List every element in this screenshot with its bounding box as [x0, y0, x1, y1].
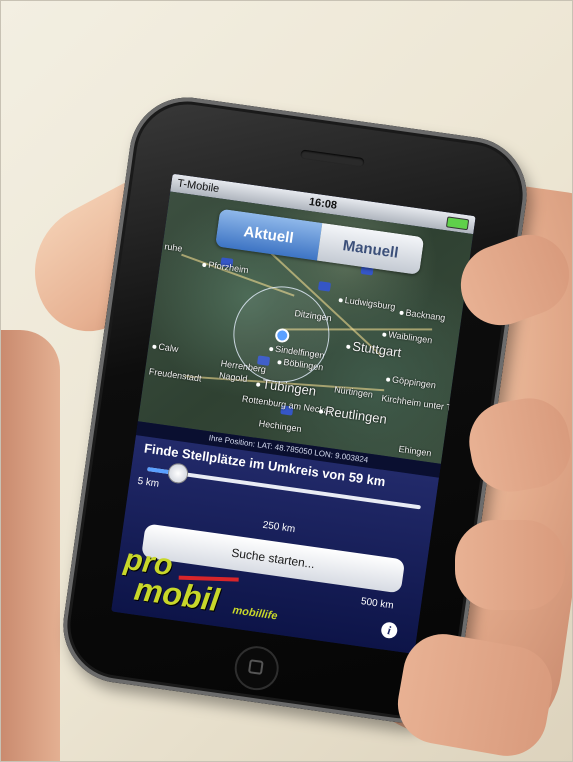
earpiece-speaker: [300, 149, 365, 168]
map-label-hechingen: Hechingen: [258, 418, 303, 435]
home-square-icon: [247, 659, 264, 675]
map-label-goeppingen: Göppingen: [385, 373, 437, 390]
tab-manuell[interactable]: Manuell: [317, 222, 425, 275]
radius-slider-thumb[interactable]: [166, 462, 190, 485]
map-view[interactable]: ruhe Pforzheim Ludwigsburg Backnang Ditz…: [137, 191, 474, 464]
slider-mid-label: 250 km: [261, 519, 296, 536]
phone-body: T-Mobile 16:08 ruhe Pforzheim Ludwigsbur…: [55, 90, 535, 730]
phone-screen: T-Mobile 16:08 ruhe Pforzheim Ludwigsbur…: [111, 173, 476, 654]
highway-shield-icon: [317, 281, 332, 292]
map-label-freudenstadt: Freudenstadt: [148, 366, 203, 384]
map-label-reutlingen: Reutlingen: [318, 402, 388, 427]
map-label-calw: Calw: [152, 341, 179, 354]
slider-max-label: 500 km: [360, 596, 395, 612]
tab-aktuell[interactable]: Aktuell: [215, 208, 323, 261]
map-label-karlsruhe: ruhe: [163, 241, 184, 254]
battery-icon: [445, 215, 470, 230]
map-label-kirchheim: Kirchheim unter Teck: [380, 392, 466, 415]
map-label-nuertingen: Nürtingen: [333, 384, 374, 400]
slider-min-label: 5 km: [136, 475, 160, 490]
map-label-stuttgart: Stuttgart: [345, 338, 402, 360]
info-icon[interactable]: i: [380, 621, 399, 640]
map-label-ehingen: Ehingen: [397, 443, 433, 459]
map-label-backnang: Backnang: [399, 307, 446, 323]
map-label-pforzheim: Pforzheim: [202, 259, 249, 275]
finger: [455, 520, 565, 610]
map-label-nagold: Nagold: [218, 370, 249, 385]
mobillife-logo: mobillife: [231, 604, 279, 623]
map-label-ludwigsburg: Ludwigsburg: [338, 294, 396, 312]
home-button[interactable]: [231, 643, 282, 694]
